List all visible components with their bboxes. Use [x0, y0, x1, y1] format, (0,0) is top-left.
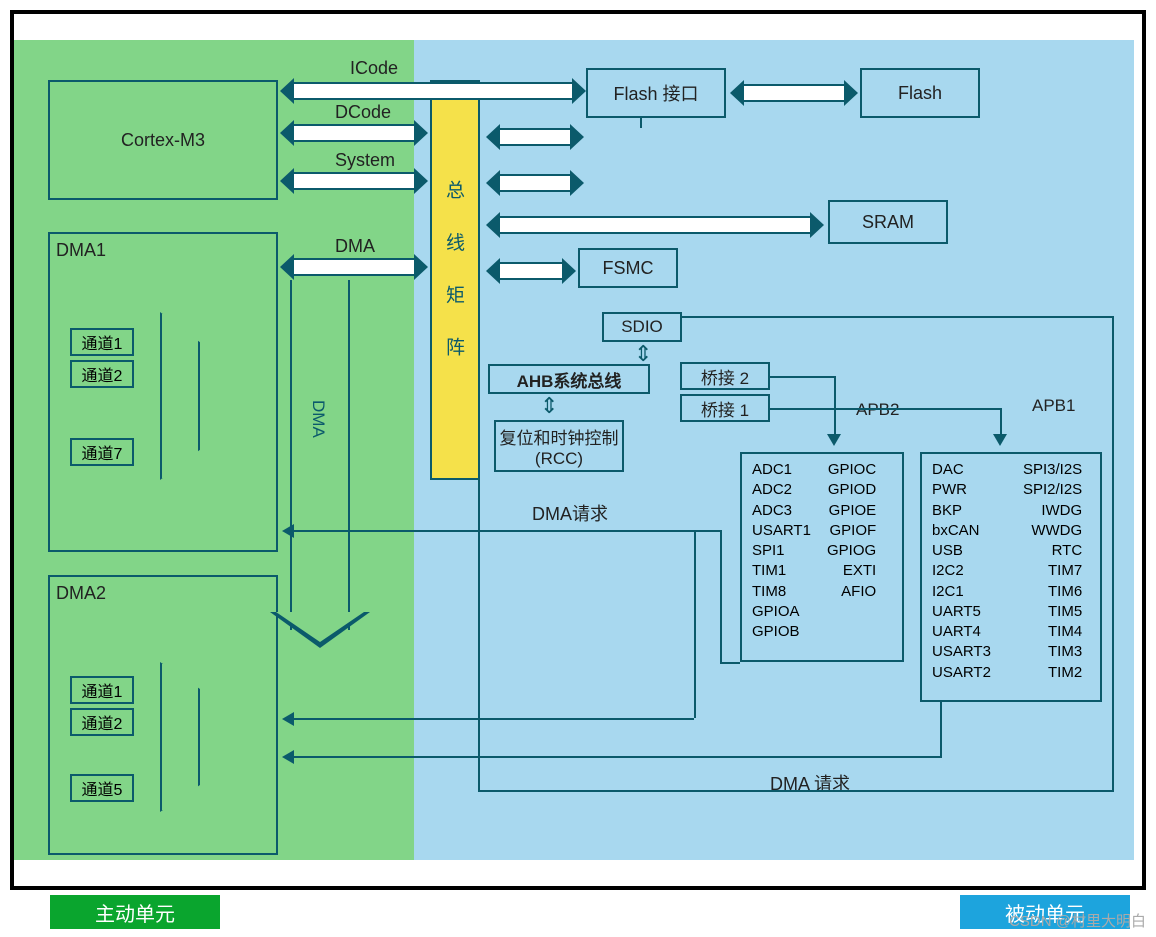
ahb-bus-block: AHB系统总线 [488, 364, 650, 394]
stub2 [720, 662, 740, 664]
apb2-arrow-down [827, 434, 841, 446]
dma1-ch2: 通道2 [70, 360, 134, 388]
flash-if-block: Flash 接口 [586, 68, 726, 118]
active-unit-label: 主动单元 [95, 898, 175, 927]
apb1-arrow-down [993, 434, 1007, 446]
dcode-arrow [294, 124, 414, 142]
bridge2-block: 桥接 2 [680, 362, 770, 390]
dcode-label: DCode [335, 102, 391, 123]
active-unit-tag: 主动单元 [50, 895, 220, 929]
bottom-frame-line [478, 790, 1114, 792]
flashif-matrix-arrow [500, 128, 570, 146]
icode-label: ICode [350, 58, 398, 79]
system-arrow [294, 172, 414, 190]
right-frame-line [1112, 316, 1114, 791]
sram-label: SRAM [862, 212, 914, 233]
dma-bus-label: DMA [335, 236, 375, 257]
rcc-block: 复位和时钟控制 (RCC) [494, 420, 624, 472]
apb2-col1: ADC1ADC2ADC3USART1SPI1TIM1TIM8GPIOAGPIOB [752, 460, 817, 642]
sram-block: SRAM [828, 200, 948, 244]
ahb-bus-label: AHB系统总线 [517, 367, 622, 392]
dma2-ch2: 通道2 [70, 708, 134, 736]
cortex-m3-block: Cortex-M3 [48, 80, 278, 200]
left-blue-frame [478, 342, 480, 792]
flash-block: Flash [860, 68, 980, 118]
dma-req-v1 [720, 530, 722, 662]
apb1-label: APB1 [1032, 396, 1075, 416]
dma-big-arrow-inner [276, 612, 364, 642]
sdio-label: SDIO [621, 317, 663, 337]
flashif-down-line [640, 118, 642, 128]
sdio-arrow: ⇕ [634, 348, 652, 359]
fsmc-arrow [500, 262, 562, 280]
dma1-title: DMA1 [56, 240, 106, 261]
dma1-ch1: 通道1 [70, 328, 134, 356]
apb1-line-v [1000, 408, 1002, 436]
dma-req-arrow-2 [282, 712, 294, 726]
bridge1-label: 桥接 1 [701, 396, 749, 421]
apb1-periph-block: DACPWRBKPbxCANUSBI2C2I2C1UART5UART4USART… [920, 452, 1102, 702]
system-label: System [335, 150, 395, 171]
flash-label: Flash [898, 83, 942, 104]
rcc-arrow: ⇕ [540, 400, 558, 411]
dma-req-top-label: DMA请求 [532, 500, 608, 526]
bridge2-line [770, 376, 834, 378]
bus-matrix-label: 总 线 矩 阵 [440, 180, 467, 370]
rcc-label: 复位和时钟控制 (RCC) [496, 424, 622, 469]
fsmc-label: FSMC [603, 258, 654, 279]
sdio-block: SDIO [602, 312, 682, 342]
apb2-periph-block: ADC1ADC2ADC3USART1SPI1TIM1TIM8GPIOAGPIOB… [740, 452, 904, 662]
dma-arrow [294, 258, 414, 276]
flash-if-label: Flash 接口 [613, 80, 698, 106]
dma-req-bottom-label: DMA 请求 [770, 770, 850, 796]
dma2-ch1: 通道1 [70, 676, 134, 704]
flashif-flash-arrow [744, 84, 844, 102]
bridge2-label: 桥接 2 [701, 364, 749, 389]
apb1-col1: DACPWRBKPbxCANUSBI2C2I2C1UART5UART4USART… [932, 460, 1008, 683]
apb2-line-v [834, 376, 836, 436]
dma-req-v3 [940, 702, 942, 758]
dma-req-line-3 [294, 756, 940, 758]
watermark: CSDN @村里大明白 [1009, 910, 1146, 931]
dma2-ch5: 通道5 [70, 774, 134, 802]
bridge1-line [770, 408, 1000, 410]
apb2-label: APB2 [856, 400, 899, 420]
sram-arrow [500, 216, 810, 234]
dma-req-arrow-3 [282, 750, 294, 764]
dma-vert-channel [290, 280, 350, 630]
dma-req-line-1 [294, 530, 720, 532]
fsmc-block: FSMC [578, 248, 678, 288]
apb1-col2: SPI3/I2SSPI2/I2SIWDGWWDGRTCTIM7TIM6TIM5T… [1012, 460, 1082, 683]
dma1-ch7: 通道7 [70, 438, 134, 466]
bridge1-block: 桥接 1 [680, 394, 770, 422]
icode-arrow [294, 82, 572, 100]
apb2-col2: GPIOCGPIODGPIOEGPIOFGPIOGEXTIAFIO [821, 460, 876, 602]
matrix-out-arrow-1 [500, 174, 570, 192]
dma-req-line-2 [294, 718, 694, 720]
sdio-top-line [682, 316, 1112, 318]
dma-req-v2 [694, 530, 696, 718]
dma2-title: DMA2 [56, 583, 106, 604]
cortex-m3-label: Cortex-M3 [121, 130, 205, 151]
